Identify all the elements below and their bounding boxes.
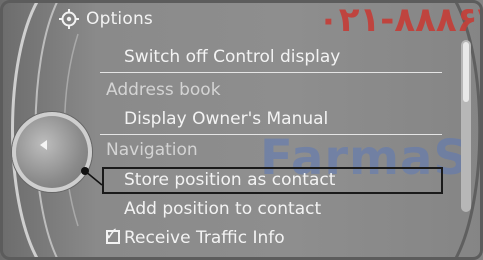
screen-frame (0, 0, 483, 260)
idrive-options-screen: Options ۰۲۱-۸۸۸۶۲ FarmaS Switch off Cont… (0, 0, 483, 260)
